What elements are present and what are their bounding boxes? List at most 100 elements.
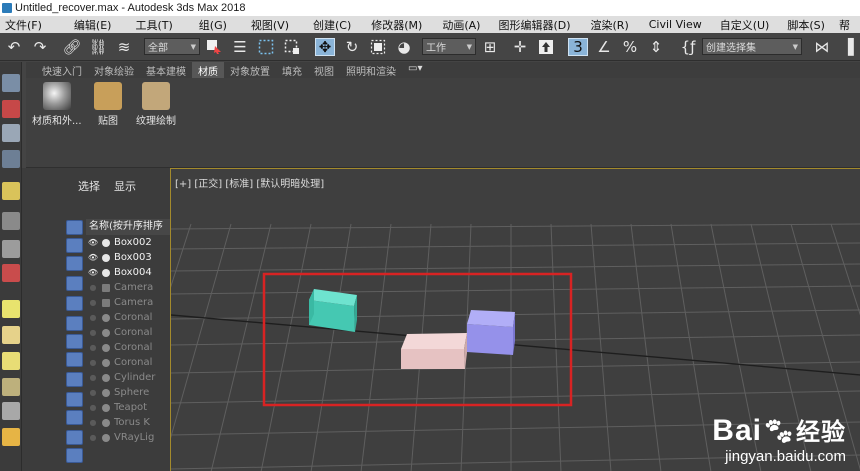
list-item[interactable]: ● Camera [86,280,170,295]
keyboard-shortcut-override-icon[interactable] [536,38,556,56]
snaps-toggle-icon[interactable]: 3 [568,38,588,56]
scene-explorer-name-column-header[interactable]: 名称(按升序排序 [86,219,170,235]
place-icon[interactable]: ◕ [394,38,414,56]
filter-space-warps-icon[interactable] [66,316,83,331]
list-item[interactable]: 👁︎ Box003 [86,250,170,265]
maps-button[interactable]: 贴图 [94,82,122,127]
menu-view[interactable]: 视图(V) [246,17,294,33]
filter-frozen-icon[interactable] [66,410,83,425]
rectangular-selection-icon[interactable] [256,38,276,56]
eye-hidden-icon[interactable]: ● [86,403,100,412]
list-item[interactable]: ● VRayLig [86,430,170,445]
eye-hidden-icon[interactable]: ● [86,418,100,427]
lavender-box[interactable] [467,310,515,355]
menu-modifiers[interactable]: 修改器(M) [366,17,427,33]
eye-hidden-icon[interactable]: ● [86,433,100,442]
ribbon-options-icon[interactable]: ▭▾ [402,62,428,78]
filter-cameras-icon[interactable] [66,276,83,291]
pivot-center-icon[interactable]: ⊞ [480,38,500,56]
list-item[interactable]: 👁︎ Box004 [86,265,170,280]
box-shape-icon[interactable] [2,300,20,318]
menu-help[interactable]: 帮 [834,17,855,33]
render-setup-icon[interactable] [2,100,20,118]
angle-snap-icon[interactable]: ∠ [594,38,614,56]
menu-civil-view[interactable]: Civil View [644,18,707,31]
eye-icon[interactable]: 👁︎ [86,238,100,247]
redo-icon[interactable]: ↷ [30,38,50,56]
material-explorer-button[interactable]: 材质和外... [32,82,82,127]
named-selection-dropdown[interactable]: 创建选择集 ▼ [702,38,802,55]
list-item[interactable]: ● Cylinder [86,370,170,385]
list-item[interactable]: ● Sphere [86,385,170,400]
list-item[interactable]: ● Teapot [86,400,170,415]
list-item[interactable]: ● Coronal [86,310,170,325]
tab-populate[interactable]: 填充 [276,62,308,78]
axis-constraint-icon[interactable]: ✛ [510,38,530,56]
undo-icon[interactable]: ↶ [4,38,24,56]
sphere-icon[interactable] [2,352,20,370]
percent-snap-icon[interactable]: % [620,38,640,56]
filter-visible-icon[interactable] [66,448,83,463]
eye-hidden-icon[interactable]: ● [86,388,100,397]
align-icon[interactable]: ▐ [838,38,858,56]
camera-icon[interactable] [2,212,20,230]
tab-view[interactable]: 视图 [308,62,340,78]
eye-hidden-icon[interactable]: ● [86,373,100,382]
filter-geometry-icon[interactable] [66,220,83,235]
eye-hidden-icon[interactable]: ● [86,298,100,307]
tab-object-placement[interactable]: 对象放置 [224,62,276,78]
list-item[interactable]: ● Coronal [86,340,170,355]
select-by-name-icon[interactable]: ☰ [230,38,250,56]
menu-scripting[interactable]: 脚本(S) [782,17,830,33]
helper-icon[interactable] [2,240,20,258]
menu-create[interactable]: 创建(C) [308,17,356,33]
select-and-rotate-icon[interactable]: ↻ [342,38,362,56]
list-icon[interactable] [2,124,20,142]
pink-box[interactable] [401,333,467,369]
scene-explorer-tab-display[interactable]: 显示 [114,178,136,194]
filter-lights-icon[interactable] [66,256,83,271]
list-item[interactable]: ● Torus K [86,415,170,430]
filter-shapes-icon[interactable] [66,238,83,253]
spinner-snap-icon[interactable]: ⇕ [646,38,666,56]
select-and-move-icon[interactable]: ✥ [315,38,335,56]
eye-hidden-icon[interactable]: ● [86,328,100,337]
menu-edit[interactable]: 编辑(E) [69,17,117,33]
eye-icon[interactable]: 👁︎ [86,268,100,277]
scene-explorer-tab-select[interactable]: 选择 [78,178,100,194]
filter-containers-icon[interactable] [66,392,83,407]
list-item[interactable]: ● Coronal [86,325,170,340]
viewport-perspective[interactable]: [+] [正交] [标准] [默认明暗处理] Bai🐾︎经验 jingyan.b… [170,168,860,471]
teapot-icon[interactable] [2,74,20,92]
eye-icon[interactable]: 👁︎ [86,253,100,262]
list-item[interactable]: 👁︎ Box002 [86,235,170,250]
shell-icon[interactable] [2,378,20,396]
menu-animation[interactable]: 动画(A) [437,17,485,33]
list-item[interactable]: ● Coronal [86,355,170,370]
bind-space-warp-icon[interactable]: ≋ [114,38,134,56]
tab-object-paint[interactable]: 对象绘验 [88,62,140,78]
filter-groups-icon[interactable] [66,334,83,349]
tab-quick-start[interactable]: 快速入门 [36,62,88,78]
eye-hidden-icon[interactable]: ● [86,343,100,352]
menu-tools[interactable]: 工具(T) [130,17,177,33]
cone-icon[interactable] [2,402,20,420]
selection-filter-dropdown[interactable]: 全部 ▼ [144,38,200,55]
select-and-scale-icon[interactable] [368,38,388,56]
filter-bones-icon[interactable] [66,372,83,387]
eye-hidden-icon[interactable]: ● [86,358,100,367]
tab-materials[interactable]: 材质 [192,62,224,78]
menu-customize[interactable]: 自定义(U) [715,17,775,33]
dome-icon[interactable] [2,326,20,344]
sun-icon[interactable] [2,428,20,446]
edit-named-selection-icon[interactable]: {ƒ [678,38,698,56]
menu-graph-editors[interactable]: 图形编辑器(D) [493,17,575,33]
eye-hidden-icon[interactable]: ● [86,283,100,292]
filter-helpers-icon[interactable] [66,296,83,311]
menu-file[interactable]: 文件(F) [0,17,47,33]
eye-hidden-icon[interactable]: ● [86,313,100,322]
menu-rendering[interactable]: 渲染(R) [586,17,634,33]
select-object-icon[interactable] [204,38,224,56]
filter-hidden-icon[interactable] [66,430,83,445]
filter-xrefs-icon[interactable] [66,352,83,367]
